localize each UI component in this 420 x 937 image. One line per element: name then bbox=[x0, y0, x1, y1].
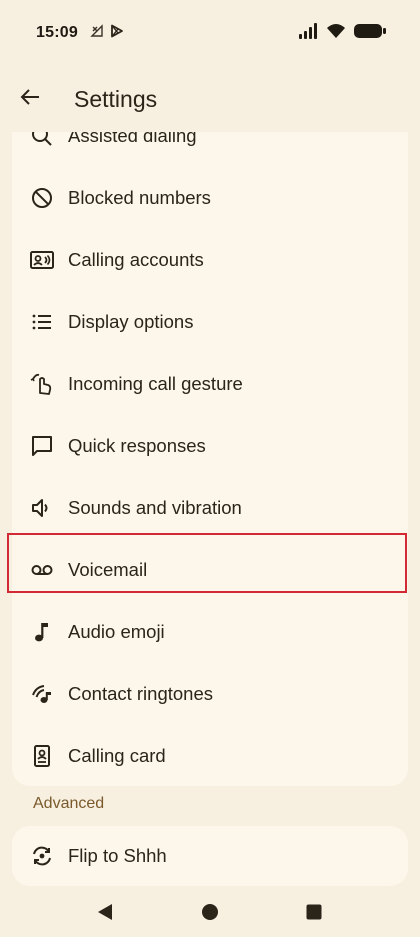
gesture-icon bbox=[28, 370, 56, 398]
back-button[interactable] bbox=[2, 71, 58, 127]
settings-item-label: Blocked numbers bbox=[68, 187, 211, 208]
play-store-icon bbox=[110, 24, 124, 43]
settings-item-label: Display options bbox=[68, 311, 194, 332]
settings-item-quick-responses[interactable]: Quick responses bbox=[12, 416, 408, 476]
settings-item-sounds-and-vibration[interactable]: Sounds and vibration bbox=[12, 478, 408, 538]
list-icon bbox=[28, 308, 56, 336]
ringtone-icon bbox=[28, 680, 56, 708]
settings-scroll-area[interactable]: Assisted dialing Blocked numbers Calling… bbox=[0, 132, 420, 886]
settings-item-calling-card[interactable]: Calling card bbox=[12, 726, 408, 786]
settings-item-blocked-numbers[interactable]: Blocked numbers bbox=[12, 168, 408, 228]
status-bar: 15:09 bbox=[0, 0, 420, 66]
settings-item-label: Calling accounts bbox=[68, 249, 204, 270]
nav-back-button[interactable] bbox=[96, 903, 114, 921]
block-icon bbox=[28, 184, 56, 212]
no-signal-icon bbox=[90, 23, 104, 43]
settings-item-label: Calling card bbox=[68, 745, 166, 766]
settings-item-audio-emoji[interactable]: Audio emoji bbox=[12, 602, 408, 662]
app-bar: Settings bbox=[0, 66, 420, 132]
settings-item-label: Flip to Shhh bbox=[68, 845, 167, 866]
settings-item-display-options[interactable]: Display options bbox=[12, 292, 408, 352]
advanced-settings-list: Flip to Shhh bbox=[12, 826, 408, 886]
nav-home-button[interactable] bbox=[201, 903, 219, 921]
settings-item-calling-accounts[interactable]: Calling accounts bbox=[12, 230, 408, 290]
contact-card-icon bbox=[28, 246, 56, 274]
battery-icon bbox=[354, 23, 386, 44]
back-arrow-icon bbox=[19, 86, 41, 113]
nav-recents-button[interactable] bbox=[305, 903, 323, 921]
cell-signal-icon bbox=[298, 22, 318, 44]
settings-item-label: Incoming call gesture bbox=[68, 373, 243, 394]
settings-item-label: Voicemail bbox=[68, 559, 148, 580]
flip-phone-icon bbox=[28, 842, 56, 870]
settings-item-voicemail[interactable]: Voicemail bbox=[12, 540, 408, 600]
music-note-icon bbox=[28, 618, 56, 646]
status-time: 15:09 bbox=[36, 24, 78, 41]
nav-home-circle-icon bbox=[202, 904, 218, 920]
settings-item-label: Quick responses bbox=[68, 435, 206, 456]
settings-item-contact-ringtones[interactable]: Contact ringtones bbox=[12, 664, 408, 724]
nav-back-triangle-icon bbox=[98, 904, 112, 920]
status-notification-icons bbox=[90, 23, 124, 43]
settings-item-label: Audio emoji bbox=[68, 621, 165, 642]
settings-item-assisted-dialing[interactable]: Assisted dialing bbox=[12, 132, 408, 166]
settings-item-flip-to-shhh[interactable]: Flip to Shhh bbox=[12, 826, 408, 886]
chat-bubble-icon bbox=[28, 432, 56, 460]
settings-item-label: Contact ringtones bbox=[68, 683, 214, 704]
settings-item-incoming-call-gesture[interactable]: Incoming call gesture bbox=[12, 354, 408, 414]
system-nav-bar bbox=[0, 886, 420, 937]
assisted-dialing-icon bbox=[28, 132, 56, 150]
wifi-icon bbox=[326, 23, 346, 44]
settings-item-label: Assisted dialing bbox=[68, 132, 197, 146]
settings-item-label: Sounds and vibration bbox=[68, 497, 242, 518]
calling-card-icon bbox=[28, 742, 56, 770]
section-header-advanced: Advanced bbox=[33, 795, 105, 812]
speaker-icon bbox=[28, 494, 56, 522]
page-title: Settings bbox=[74, 85, 158, 112]
settings-list: Assisted dialing Blocked numbers Calling… bbox=[12, 132, 408, 786]
voicemail-icon bbox=[28, 556, 56, 584]
nav-recents-square-icon bbox=[306, 904, 322, 920]
